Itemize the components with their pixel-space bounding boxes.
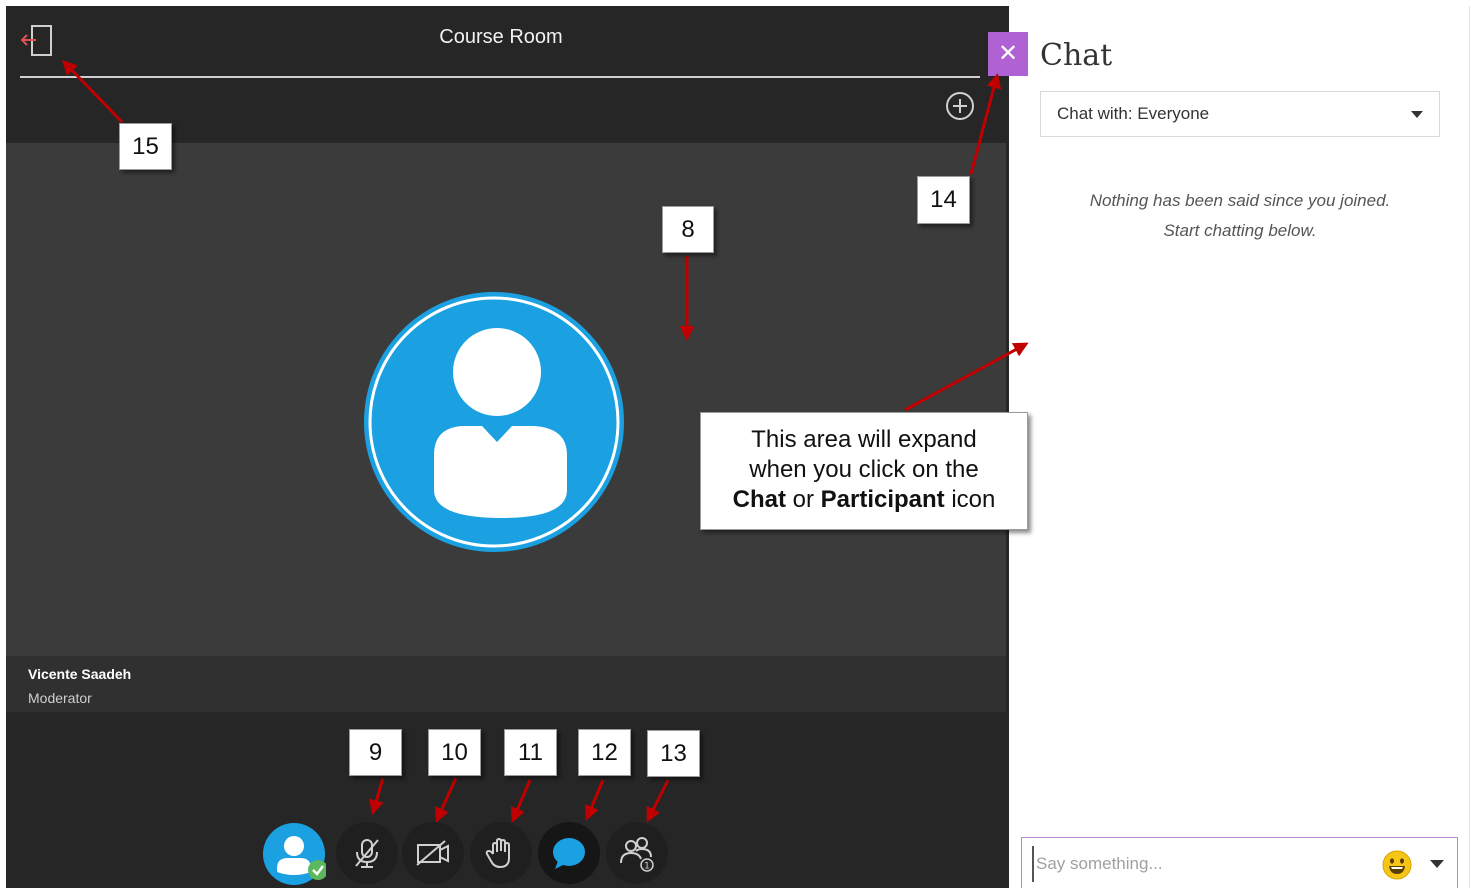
chat-title: Chat <box>1040 38 1113 73</box>
user-avatar-icon <box>364 292 624 552</box>
microphone-button[interactable] <box>336 822 398 884</box>
emoji-button[interactable] <box>1382 850 1412 880</box>
microphone-off-icon <box>355 839 379 868</box>
callout-chat-word: Chat <box>732 486 786 513</box>
session-header: Course Room <box>6 6 1009 134</box>
chat-with-select[interactable]: Chat with: Everyone <box>1040 91 1440 137</box>
presenter-name: Vicente Saadeh <box>28 666 132 682</box>
header-divider <box>20 76 980 78</box>
chat-panel <box>1009 6 1470 888</box>
annotation-callout: This area will expand when you click on … <box>700 412 1028 530</box>
callout-line: This area will expand <box>751 426 977 453</box>
attendees-icon: 1 <box>620 837 654 872</box>
annotation-label: 8 <box>662 206 714 253</box>
attendees-button[interactable]: 1 <box>606 822 668 884</box>
my-status-icon <box>263 823 328 885</box>
emoji-icon <box>1382 850 1412 880</box>
chat-message-input[interactable] <box>1032 846 1368 882</box>
close-panel-button[interactable]: ✕ <box>988 32 1028 76</box>
add-plus-icon <box>946 92 974 120</box>
chat-empty-line: Start chatting below. <box>1163 221 1317 240</box>
annotation-label: 13 <box>647 730 700 777</box>
chevron-down-icon <box>1411 111 1423 118</box>
chat-with-value: Chat with: Everyone <box>1057 104 1210 123</box>
chat-empty-line: Nothing has been said since you joined. <box>1089 191 1391 210</box>
callout-or-word: or <box>785 486 821 513</box>
raise-hand-button[interactable] <box>470 822 532 884</box>
session-title: Course Room <box>439 26 563 48</box>
presenter-role: Moderator <box>28 690 92 706</box>
chevron-down-icon[interactable] <box>1430 860 1444 868</box>
callout-icon-word: icon <box>944 486 996 513</box>
camera-off-icon <box>416 840 449 866</box>
add-button[interactable] <box>944 90 976 122</box>
annotation-label: 10 <box>428 729 481 776</box>
annotation-label: 11 <box>504 729 557 776</box>
chat-button[interactable] <box>538 822 600 884</box>
callout-line: Chat or Participant icon <box>701 485 1027 515</box>
close-icon: ✕ <box>997 39 1019 67</box>
presenter-avatar <box>362 290 626 554</box>
svg-text:1: 1 <box>644 862 650 872</box>
annotation-label: 9 <box>349 729 402 776</box>
camera-button[interactable] <box>402 822 464 884</box>
chat-empty-message: Nothing has been said since you joined. … <box>1040 186 1440 246</box>
my-status-button[interactable] <box>262 822 328 886</box>
annotation-label: 14 <box>917 176 970 224</box>
raise-hand-icon <box>485 837 510 869</box>
chat-composer <box>1021 837 1458 888</box>
callout-line: when you click on the <box>749 456 979 483</box>
chat-icon <box>553 838 585 869</box>
callout-participant-word: Participant <box>820 486 945 513</box>
presenter-nameplate: Vicente Saadeh Moderator <box>6 656 1006 712</box>
annotation-label: 12 <box>578 729 631 776</box>
annotation-label: 15 <box>119 123 172 170</box>
